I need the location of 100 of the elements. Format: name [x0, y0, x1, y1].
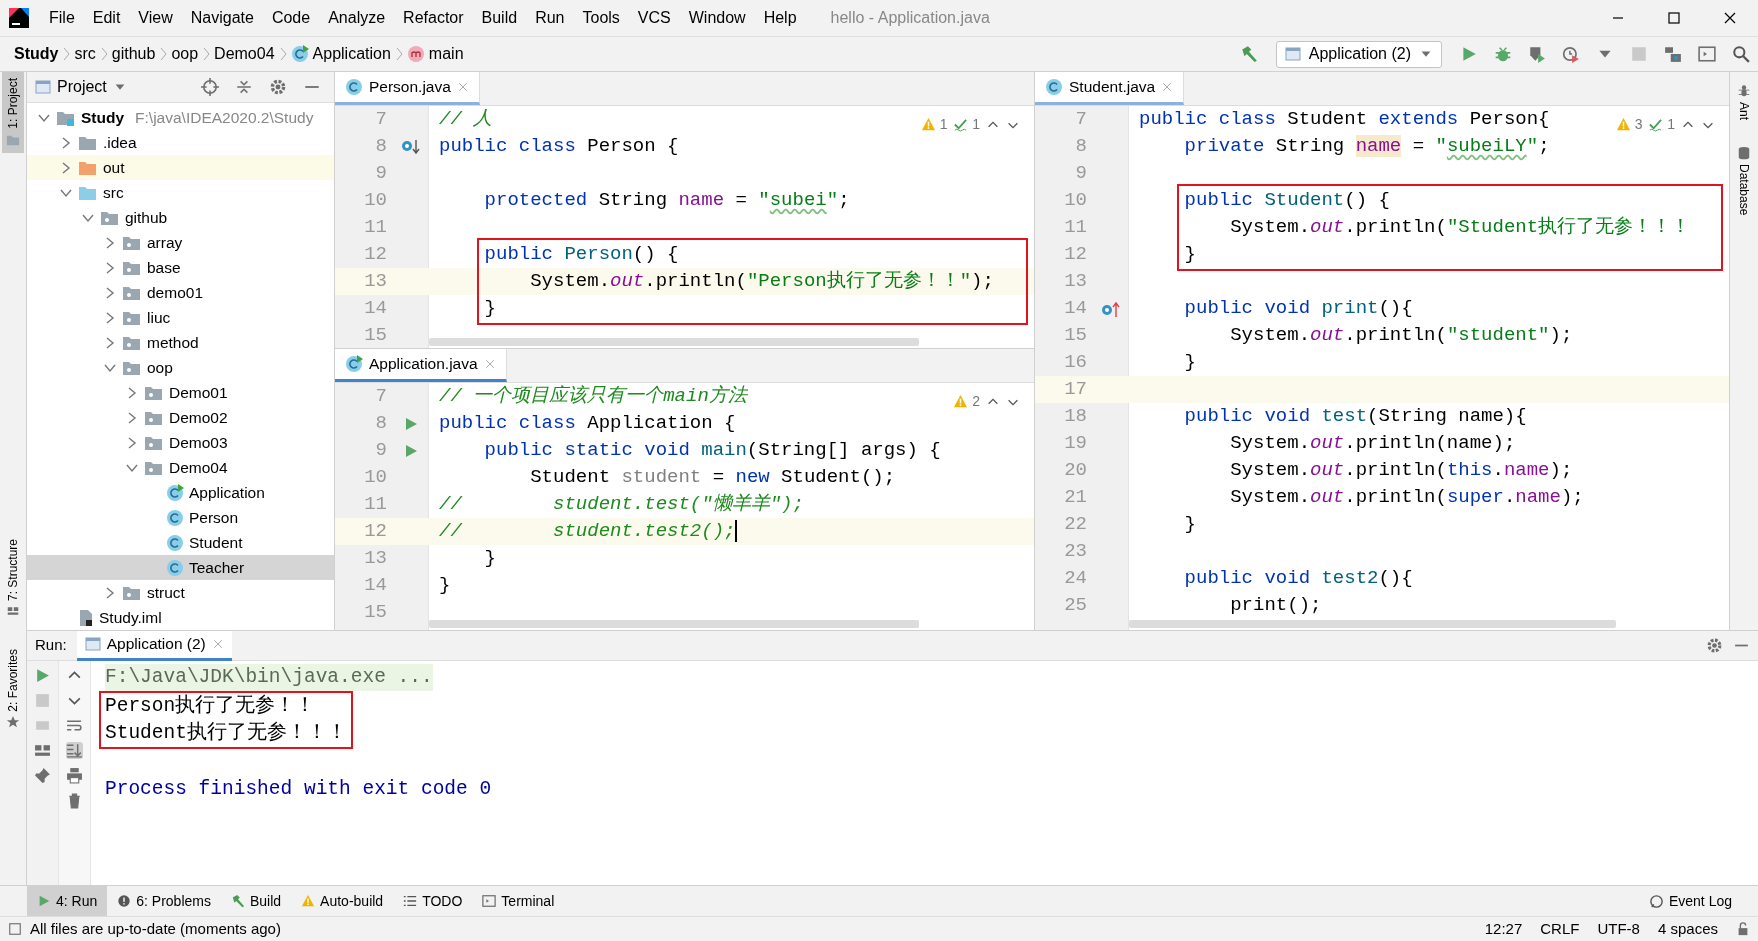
menu-item[interactable]: Tools: [573, 6, 629, 30]
run-tab[interactable]: Application (2): [76, 630, 232, 661]
menu-item[interactable]: Code: [262, 6, 320, 30]
locate-icon[interactable]: [201, 78, 219, 96]
menu-item[interactable]: Window: [679, 6, 755, 30]
terminal-icon[interactable]: [1698, 45, 1716, 63]
tree-item[interactable]: array: [27, 230, 334, 255]
tool-window-button[interactable]: Terminal: [472, 886, 565, 916]
run-icon[interactable]: [1460, 45, 1478, 63]
close-button[interactable]: [1722, 10, 1738, 26]
tool-window-button[interactable]: TODO: [393, 886, 473, 916]
run-icon[interactable]: [403, 442, 419, 459]
scrollbar[interactable]: [429, 338, 919, 346]
menu-item[interactable]: Analyze: [319, 6, 395, 30]
menu-item[interactable]: VCS: [628, 6, 680, 30]
debug-icon[interactable]: [1494, 45, 1512, 63]
implemented-marker-icon[interactable]: [400, 137, 422, 156]
close-icon[interactable]: [1161, 81, 1174, 93]
collapse-all-icon[interactable]: [235, 78, 253, 96]
inspection-counter[interactable]: 1: [1648, 114, 1675, 135]
scrollbar[interactable]: [429, 620, 919, 628]
editor-tab[interactable]: Person.java: [335, 72, 480, 105]
panel-title[interactable]: Project: [57, 75, 107, 99]
inspection-counter[interactable]: 2: [953, 391, 980, 412]
inspection-counter[interactable]: 1: [920, 114, 948, 135]
menu-item[interactable]: File: [40, 6, 84, 30]
breadcrumb[interactable]: main: [402, 42, 468, 66]
overrides-marker-icon[interactable]: [1100, 299, 1122, 318]
scroll-to-end-icon[interactable]: [66, 742, 83, 759]
menu-item[interactable]: Refactor: [394, 6, 473, 30]
tree-item[interactable]: Demo01: [27, 380, 334, 405]
breadcrumb[interactable]: github: [107, 42, 160, 66]
status-item[interactable]: 12:27: [1484, 917, 1523, 941]
menu-item[interactable]: Run: [526, 6, 574, 30]
tree-item[interactable]: github: [27, 205, 334, 230]
tool-window-button[interactable]: 6: Problems: [107, 886, 221, 916]
status-icon[interactable]: [8, 922, 22, 936]
tree-item[interactable]: demo01: [27, 280, 334, 305]
tree-item[interactable]: base: [27, 255, 334, 280]
editor-tab[interactable]: Application.java: [335, 349, 507, 382]
project-structure-icon[interactable]: [1664, 45, 1682, 63]
tree-item[interactable]: src: [27, 180, 334, 205]
search-icon[interactable]: [1732, 45, 1750, 63]
run-config-dropdown[interactable]: Application (2): [1275, 40, 1442, 68]
breadcrumb[interactable]: Application: [286, 42, 395, 66]
tool-window-button[interactable]: Build: [220, 886, 292, 916]
event-log-button[interactable]: Event Log: [1638, 886, 1742, 916]
menu-item[interactable]: View: [129, 6, 182, 30]
breadcrumb[interactable]: src: [70, 42, 100, 66]
tool-window-stripe-button[interactable]: 7: Structure: [2, 532, 24, 623]
status-item[interactable]: 4 spaces: [1657, 917, 1718, 941]
tool-window-stripe-button[interactable]: 2: Favorites: [2, 642, 24, 736]
menu-item[interactable]: Navigate: [181, 6, 263, 30]
close-icon[interactable]: [211, 638, 224, 650]
tree-item[interactable]: method: [27, 330, 334, 355]
maximize-button[interactable]: [1666, 10, 1682, 26]
menu-item[interactable]: Build: [472, 6, 527, 30]
tree-item[interactable]: Demo03: [27, 430, 334, 455]
layout-icon[interactable]: [34, 742, 51, 759]
hammer-icon[interactable]: [1239, 45, 1258, 63]
profiler-icon[interactable]: [1562, 45, 1580, 63]
tree-item[interactable]: liuc: [27, 305, 334, 330]
menu-item[interactable]: Edit: [83, 6, 130, 30]
trash-icon[interactable]: [66, 792, 83, 809]
status-item[interactable]: UTF-8: [1597, 917, 1640, 941]
tree-item[interactable]: struct: [27, 580, 334, 605]
tree-item[interactable]: Application: [27, 480, 334, 505]
settings-icon[interactable]: [269, 78, 287, 96]
coverage-icon[interactable]: [1528, 45, 1546, 63]
run-icon[interactable]: [403, 415, 419, 432]
close-icon[interactable]: [456, 81, 469, 93]
inspection-counter[interactable]: 1: [953, 114, 980, 135]
close-icon[interactable]: [483, 358, 496, 370]
status-item[interactable]: CRLF: [1540, 917, 1580, 941]
breadcrumb[interactable]: Demo04: [210, 42, 279, 66]
tool-window-button[interactable]: Auto-build: [291, 886, 394, 916]
scrollbar[interactable]: [1129, 620, 1616, 628]
tool-window-stripe-button[interactable]: Ant: [1733, 78, 1755, 126]
rerun-icon[interactable]: [34, 667, 51, 684]
tree-item[interactable]: Study F:\java\IDEA2020.2\Study: [27, 105, 334, 130]
inspection-counter[interactable]: 3: [1615, 114, 1643, 135]
tool-window-stripe-button[interactable]: Database: [1733, 140, 1755, 222]
tool-window-stripe-button[interactable]: 1: Project: [2, 72, 24, 153]
tree-item[interactable]: Person: [27, 505, 334, 530]
tool-window-button[interactable]: 4: Run: [27, 886, 108, 916]
tree-item[interactable]: Student: [27, 530, 334, 555]
tree-item[interactable]: .idea: [27, 130, 334, 155]
breadcrumb[interactable]: Study: [10, 42, 63, 66]
tree-item[interactable]: Demo04: [27, 455, 334, 480]
lock-icon[interactable]: [1736, 922, 1750, 936]
tree-item[interactable]: out: [27, 155, 334, 180]
editor-tab[interactable]: Student.java: [1035, 72, 1185, 105]
print-icon[interactable]: [66, 767, 83, 784]
tree-item[interactable]: Demo02: [27, 405, 334, 430]
settings-icon[interactable]: [1706, 637, 1723, 654]
menu-item[interactable]: Help: [754, 6, 806, 30]
breadcrumb[interactable]: oop: [167, 42, 203, 66]
tree-item[interactable]: Study.iml: [27, 605, 334, 630]
tree-item[interactable]: Teacher: [27, 555, 334, 580]
tree-item[interactable]: oop: [27, 355, 334, 380]
